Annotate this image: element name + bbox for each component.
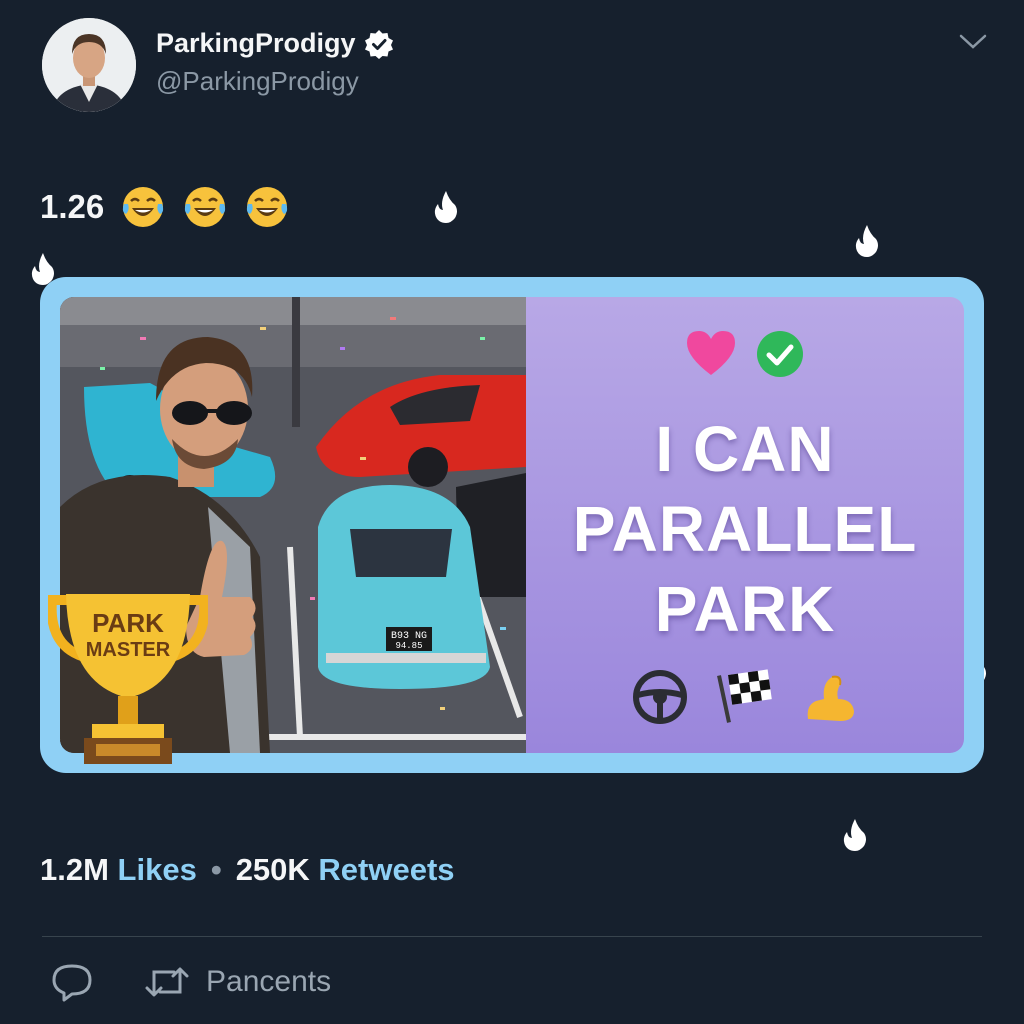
flame-icon xyxy=(434,191,457,223)
engagement-stats: 1.2M Likes • 250K Retweets xyxy=(40,852,455,888)
flame-icon xyxy=(855,225,878,257)
retweet-button[interactable]: Pancents xyxy=(144,964,331,1000)
retweets-count: 250K xyxy=(235,852,310,887)
divider xyxy=(42,936,982,937)
panel-top-emojis xyxy=(685,329,805,379)
likes-label: Likes xyxy=(117,852,197,887)
slogan-line-3: PARK xyxy=(654,573,836,645)
laughing-crying-emoji-icon xyxy=(123,187,164,227)
avatar-photo xyxy=(42,18,136,112)
retweets-label: Retweets xyxy=(318,852,455,887)
tweet-text-value: 1.26 xyxy=(40,188,105,225)
display-name[interactable]: ParkingProdigy xyxy=(156,28,356,59)
flame-icon xyxy=(843,819,866,851)
laughing-crying-emoji-icon xyxy=(185,187,226,227)
panel-bottom-emojis xyxy=(632,669,858,725)
retweet-icon xyxy=(145,967,189,997)
user-handle[interactable]: @ParkingProdigy xyxy=(156,66,359,97)
green-check-emoji-icon xyxy=(757,331,803,377)
retweets-stat[interactable]: 250K Retweets xyxy=(236,852,455,888)
flexed-biceps-emoji-icon xyxy=(807,675,854,721)
trophy-label-2: MASTER xyxy=(86,639,171,661)
slogan-panel: I CAN PARALLEL PARK xyxy=(526,297,964,753)
retweet-label: Pancents xyxy=(206,965,332,998)
verified-badge-icon xyxy=(364,29,393,59)
stats-separator: • xyxy=(210,852,222,887)
checkered-flag-emoji-icon xyxy=(717,669,772,723)
likes-stat[interactable]: 1.2M Likes xyxy=(40,852,197,888)
steering-wheel-emoji-icon xyxy=(633,670,687,724)
reply-button[interactable] xyxy=(50,962,94,1002)
license-plate-line-2: 94.85 xyxy=(395,641,422,651)
trophy-icon: PARK MASTER xyxy=(48,594,208,764)
slogan-headline: I CAN PARALLEL PARK xyxy=(573,409,918,649)
pink-heart-emoji-icon xyxy=(687,331,735,375)
trophy-label-1: PARK xyxy=(92,608,164,638)
tweet-text: 1.26 xyxy=(40,184,290,230)
avatar[interactable] xyxy=(42,18,136,112)
action-bar: Pancents xyxy=(50,962,331,1002)
reply-icon xyxy=(52,964,92,1002)
slogan-line-1: I CAN xyxy=(655,413,835,485)
chevron-down-icon[interactable] xyxy=(958,32,988,52)
author-name-row: ParkingProdigy xyxy=(156,28,394,59)
likes-count: 1.2M xyxy=(40,852,109,887)
slogan-line-2: PARALLEL xyxy=(572,493,918,565)
laughing-crying-emoji-icon xyxy=(247,187,288,227)
